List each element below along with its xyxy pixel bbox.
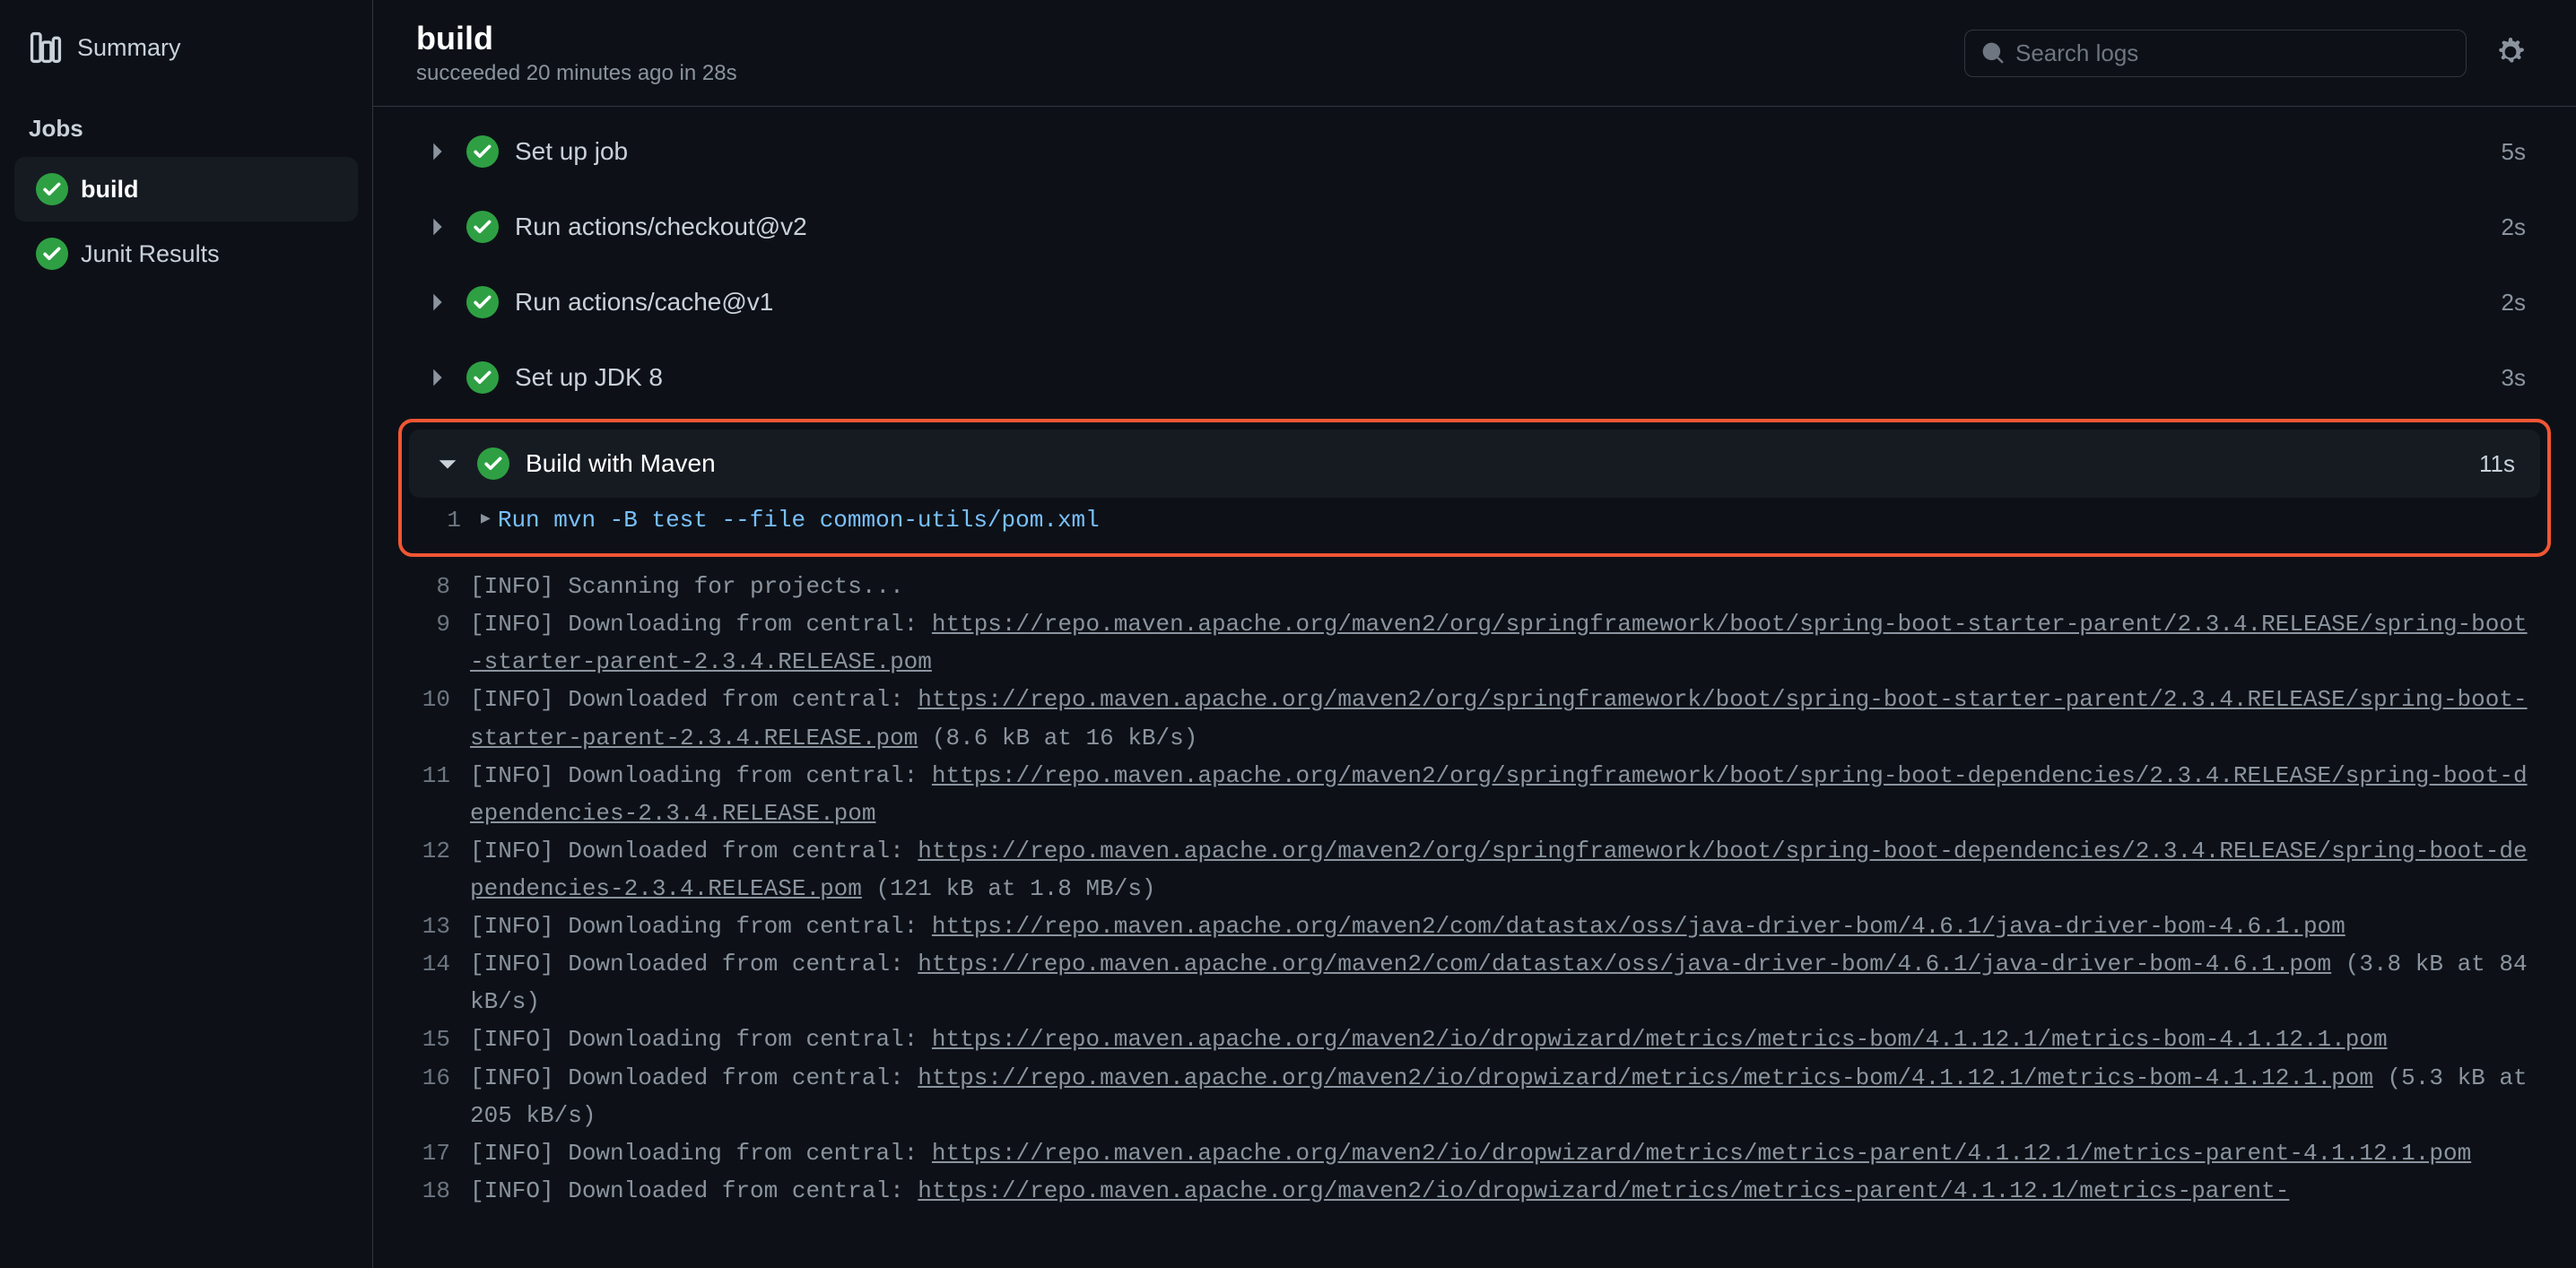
- step-name: Set up job: [515, 137, 2485, 166]
- log-text: [INFO] Downloading from central: https:/…: [470, 605, 2533, 681]
- page-title: build: [416, 20, 1943, 57]
- step-name: Build with Maven: [526, 449, 2463, 478]
- log-text: [INFO] Downloading from central: https:/…: [470, 757, 2533, 832]
- success-icon: [477, 447, 509, 480]
- step-cache[interactable]: Run actions/cache@v1 2s: [398, 268, 2551, 336]
- log-line[interactable]: 18[INFO] Downloaded from central: https:…: [416, 1172, 2533, 1210]
- log-text: [INFO] Downloaded from central: https://…: [470, 945, 2533, 1020]
- log-line[interactable]: 17[INFO] Downloading from central: https…: [416, 1134, 2533, 1172]
- summary-link[interactable]: Summary: [14, 18, 358, 77]
- summary-label: Summary: [77, 34, 181, 62]
- log-url[interactable]: https://repo.maven.apache.org/maven2/io/…: [932, 1026, 2388, 1053]
- search-icon: [1981, 41, 2005, 65]
- chevron-right-icon: [423, 138, 450, 165]
- step-time: 2s: [2502, 289, 2526, 317]
- step-time: 2s: [2502, 213, 2526, 241]
- chevron-right-icon: [423, 364, 450, 391]
- topbar: build succeeded 20 minutes ago in 28s: [373, 0, 2576, 107]
- success-icon: [36, 173, 68, 205]
- log-preview: 1 ▶ Run mvn -B test --file common-utils/…: [409, 498, 2540, 546]
- main: build succeeded 20 minutes ago in 28s: [373, 0, 2576, 1268]
- sidebar-item-build[interactable]: build: [14, 157, 358, 221]
- log-text: [INFO] Downloading from central: https:/…: [470, 908, 2533, 945]
- line-number: 14: [416, 945, 470, 983]
- log-text: [INFO] Downloaded from central: https://…: [470, 1172, 2533, 1210]
- settings-button[interactable]: [2488, 30, 2533, 75]
- search-input-wrap[interactable]: [1964, 30, 2467, 77]
- search-input[interactable]: [2015, 39, 2450, 67]
- line-number: 15: [416, 1020, 470, 1058]
- step-build-maven[interactable]: Build with Maven 11s: [409, 430, 2540, 498]
- log-url[interactable]: https://repo.maven.apache.org/maven2/io/…: [932, 1140, 2471, 1167]
- log-line[interactable]: 13[INFO] Downloading from central: https…: [416, 908, 2533, 945]
- log-url[interactable]: https://repo.maven.apache.org/maven2/com…: [932, 913, 2345, 940]
- log-line[interactable]: 10[INFO] Downloaded from central: https:…: [416, 681, 2533, 756]
- log-output: 8[INFO] Scanning for projects...9[INFO] …: [398, 564, 2551, 1217]
- line-number: 18: [416, 1172, 470, 1210]
- log-text: [INFO] Downloaded from central: https://…: [470, 681, 2533, 756]
- chevron-right-icon: [423, 289, 450, 316]
- log-url[interactable]: https://repo.maven.apache.org/maven2/io/…: [918, 1177, 2289, 1204]
- step-time: 11s: [2479, 450, 2515, 478]
- line-number: 9: [416, 605, 470, 643]
- disclosure-triangle-icon[interactable]: ▶: [481, 507, 491, 533]
- job-label: Junit Results: [81, 240, 220, 268]
- line-number: 12: [416, 832, 470, 870]
- jobs-header: Jobs: [14, 115, 358, 157]
- chevron-down-icon: [434, 450, 461, 477]
- job-label: build: [81, 176, 138, 204]
- success-icon: [466, 286, 499, 318]
- line-number: 13: [416, 908, 470, 945]
- success-icon: [36, 238, 68, 270]
- step-name: Run actions/checkout@v2: [515, 213, 2485, 241]
- success-icon: [466, 361, 499, 394]
- log-line[interactable]: 8[INFO] Scanning for projects...: [416, 568, 2533, 605]
- step-name: Run actions/cache@v1: [515, 288, 2485, 317]
- success-icon: [466, 211, 499, 243]
- log-url[interactable]: https://repo.maven.apache.org/maven2/io/…: [918, 1064, 2373, 1091]
- log-line[interactable]: 15[INFO] Downloading from central: https…: [416, 1020, 2533, 1058]
- log-line[interactable]: 14[INFO] Downloaded from central: https:…: [416, 945, 2533, 1020]
- chevron-right-icon: [423, 213, 450, 240]
- page-subtitle: succeeded 20 minutes ago in 28s: [416, 61, 1943, 86]
- step-name: Set up JDK 8: [515, 363, 2485, 392]
- log-text: [INFO] Downloading from central: https:/…: [470, 1020, 2533, 1058]
- highlight-annotation: Build with Maven 11s 1 ▶ Run mvn -B test…: [398, 419, 2551, 557]
- steps-list: Set up job 5s Run actions/checkout@v2 2s: [373, 107, 2576, 1268]
- step-checkout[interactable]: Run actions/checkout@v2 2s: [398, 193, 2551, 261]
- line-number: 11: [416, 757, 470, 795]
- line-number: 16: [416, 1059, 470, 1097]
- step-jdk[interactable]: Set up JDK 8 3s: [398, 343, 2551, 412]
- log-line[interactable]: 1 ▶ Run mvn -B test --file common-utils/…: [427, 501, 2522, 539]
- sidebar: Summary Jobs build Junit Results: [0, 0, 373, 1268]
- log-text: [INFO] Downloaded from central: https://…: [470, 1059, 2533, 1134]
- log-line[interactable]: 16[INFO] Downloaded from central: https:…: [416, 1059, 2533, 1134]
- step-set-up-job[interactable]: Set up job 5s: [398, 117, 2551, 186]
- log-text: [INFO] Downloading from central: https:/…: [470, 1134, 2533, 1172]
- line-number: 10: [416, 681, 470, 718]
- log-line[interactable]: 12[INFO] Downloaded from central: https:…: [416, 832, 2533, 908]
- log-url[interactable]: https://repo.maven.apache.org/maven2/com…: [918, 951, 2331, 977]
- log-text: ▶ Run mvn -B test --file common-utils/po…: [481, 501, 2522, 539]
- log-text: [INFO] Scanning for projects...: [470, 568, 2533, 605]
- log-line[interactable]: 9[INFO] Downloading from central: https:…: [416, 605, 2533, 681]
- line-number: 1: [427, 501, 481, 539]
- line-number: 8: [416, 568, 470, 605]
- line-number: 17: [416, 1134, 470, 1172]
- log-line[interactable]: 11[INFO] Downloading from central: https…: [416, 757, 2533, 832]
- step-time: 5s: [2502, 138, 2526, 166]
- success-icon: [466, 135, 499, 168]
- gear-icon: [2495, 38, 2526, 68]
- graph-icon: [29, 30, 63, 65]
- step-time: 3s: [2502, 364, 2526, 392]
- log-text: [INFO] Downloaded from central: https://…: [470, 832, 2533, 908]
- sidebar-item-junit-results[interactable]: Junit Results: [14, 221, 358, 286]
